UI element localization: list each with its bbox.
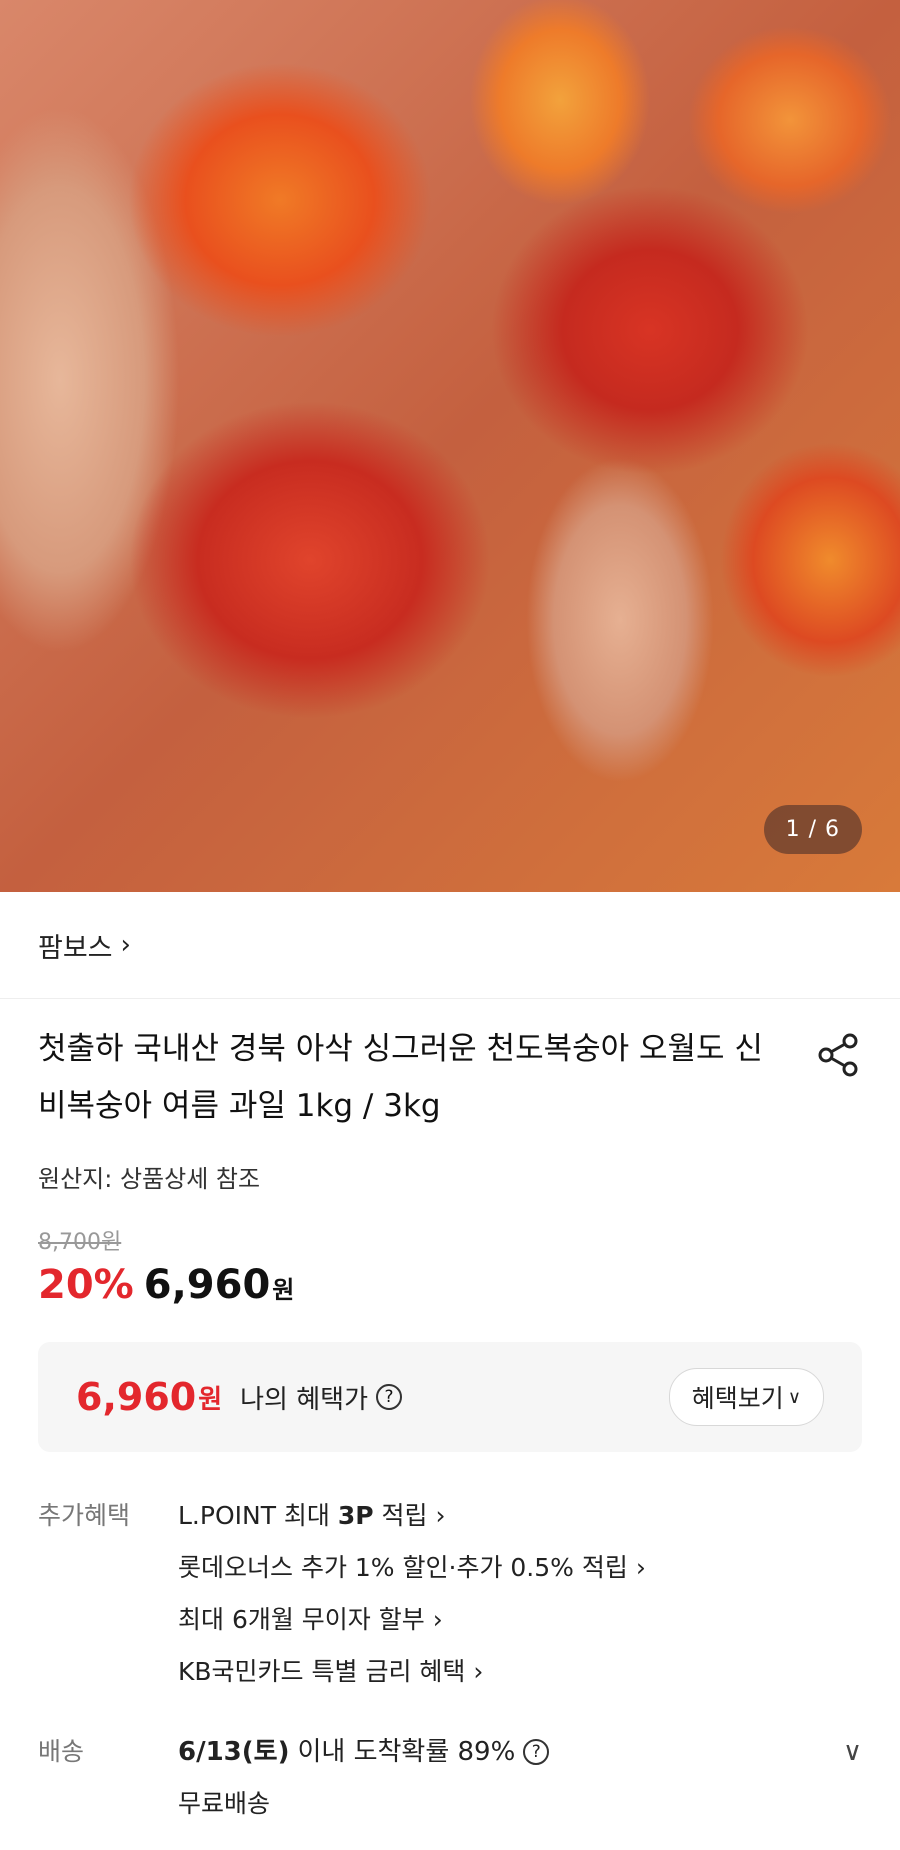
- chevron-right-icon: ›: [473, 1657, 484, 1686]
- benefit-price-box: 6,960 원 나의 혜택가 ? 혜택보기 ∨: [38, 1342, 862, 1452]
- product-title-row: 첫출하 국내산 경북 아삭 싱그러운 천도복숭아 오월도 신비복숭아 여름 과일…: [0, 999, 900, 1135]
- sale-price-currency: 원: [272, 1276, 295, 1304]
- chevron-right-icon: ›: [120, 930, 131, 960]
- extra-benefit-item-lpoint[interactable]: L.POINT 최대 3P 적립 ›: [178, 1490, 862, 1542]
- price-row: 20% 6,960 원: [0, 1262, 900, 1308]
- origin-info: 원산지: 상품상세 참조: [38, 1165, 261, 1193]
- share-icon[interactable]: [814, 1031, 862, 1079]
- extra-benefit-item-installment[interactable]: 최대 6개월 무이자 할부 ›: [178, 1594, 862, 1646]
- kb-card-text: KB국민카드 특별 금리 혜택: [178, 1657, 466, 1686]
- extra-benefit-item-kb-card[interactable]: KB국민카드 특별 금리 혜택 ›: [178, 1646, 862, 1698]
- free-shipping: 무료배송: [178, 1789, 271, 1818]
- benefit-price-currency: 원: [198, 1384, 223, 1415]
- lpoint-prefix: L.POINT 최대: [178, 1501, 338, 1530]
- benefit-price: 6,960: [76, 1375, 197, 1419]
- image-counter-badge: 1 / 6: [763, 805, 862, 854]
- sale-price: 6,960: [143, 1262, 271, 1308]
- installment-text: 최대 6개월 무이자 할부: [178, 1605, 425, 1634]
- chevron-down-icon[interactable]: ∨: [822, 1726, 862, 1830]
- brand-name: 팜보스: [38, 932, 113, 964]
- extra-benefits-section: 추가혜택 L.POINT 최대 3P 적립 › 롯데오너스 추가 1% 할인·추가…: [0, 1490, 900, 1698]
- original-price: 8,700원: [38, 1230, 122, 1255]
- product-title: 첫출하 국내산 경북 아삭 싱그러운 천도복숭아 오월도 신비복숭아 여름 과일…: [38, 1031, 763, 1124]
- extra-benefits-label: 추가혜택: [38, 1501, 131, 1530]
- delivery-section[interactable]: 배송 6/13(토) 이내 도착확률 89% ? 무료배송 ∨: [0, 1726, 900, 1830]
- benefit-price-label: 나의 혜택가: [240, 1384, 368, 1415]
- delivery-info: 6/13(토) 이내 도착확률 89% ? 무료배송: [178, 1726, 822, 1830]
- chevron-right-icon: ›: [432, 1605, 443, 1634]
- chevron-right-icon: ›: [635, 1553, 646, 1582]
- lpoint-suffix: 적립: [373, 1501, 428, 1530]
- delivery-date: 6/13(토): [178, 1737, 290, 1767]
- question-circle-icon[interactable]: ?: [523, 1739, 550, 1765]
- product-image-carousel[interactable]: 1 / 6: [0, 0, 900, 892]
- question-circle-icon[interactable]: ?: [376, 1384, 402, 1410]
- view-benefits-button[interactable]: 혜택보기 ∨: [668, 1368, 824, 1426]
- delivery-label: 배송: [38, 1737, 85, 1766]
- extra-benefits-list: L.POINT 최대 3P 적립 › 롯데오너스 추가 1% 할인·추가 0.5%…: [178, 1490, 862, 1698]
- delivery-estimate: 6/13(토) 이내 도착확률 89% ?: [178, 1726, 822, 1778]
- chevron-right-icon: ›: [435, 1501, 446, 1530]
- lotte-owners-text: 롯데오너스 추가 1% 할인·추가 0.5% 적립: [178, 1553, 628, 1582]
- extra-benefit-item-lotte-owners[interactable]: 롯데오너스 추가 1% 할인·추가 0.5% 적립 ›: [178, 1542, 862, 1594]
- brand-link[interactable]: 팜보스 ›: [0, 892, 900, 999]
- image-counter-total: 6: [825, 817, 840, 842]
- view-benefits-label: 혜택보기: [691, 1384, 784, 1413]
- image-counter-separator: /: [808, 817, 817, 842]
- delivery-probability: 이내 도착확률 89%: [297, 1737, 516, 1767]
- discount-rate: 20%: [38, 1262, 134, 1308]
- image-counter-current: 1: [785, 817, 801, 842]
- chevron-down-icon: ∨: [787, 1386, 801, 1408]
- lpoint-points: 3P: [337, 1501, 374, 1530]
